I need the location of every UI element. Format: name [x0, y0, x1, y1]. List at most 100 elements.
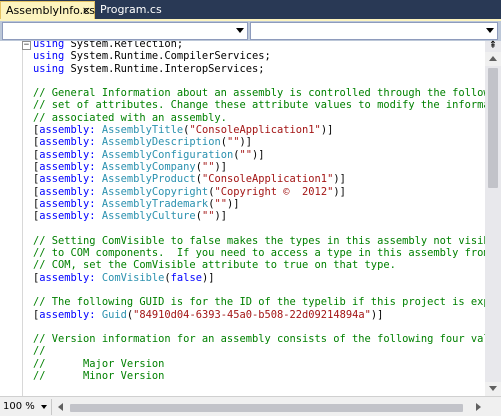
scroll-down-button[interactable] — [485, 382, 501, 396]
code-token: // Setting ComVisible to false makes the… — [33, 234, 485, 247]
document-tab-strip: AssemblyInfo.cs × Program.cs — [0, 0, 501, 19]
code-line[interactable]: // COM, set the ComVisible attribute to … — [33, 259, 485, 271]
code-token: "ConsoleApplication1" — [201, 173, 334, 186]
code-line[interactable]: [assembly: AssemblyCopyright("Copyright … — [33, 186, 485, 198]
editor-gutter — [0, 41, 22, 396]
code-line[interactable]: using System.Reflection; — [33, 41, 485, 50]
code-token: Guid — [101, 308, 127, 321]
code-token: )] — [201, 271, 215, 284]
code-token: )] — [370, 308, 384, 321]
code-line[interactable]: using System.Runtime.CompilerServices; — [33, 50, 485, 62]
code-token: assembly: — [39, 173, 96, 186]
arrow-down-icon — [489, 386, 497, 391]
code-line[interactable]: // Major Version — [33, 358, 485, 370]
code-line[interactable]: // set of attributes. Change these attri… — [33, 99, 485, 111]
scroll-right-button[interactable] — [471, 400, 485, 414]
code-token: assembly: — [39, 210, 96, 223]
members-dropdown[interactable] — [250, 22, 498, 40]
code-token: )] — [214, 210, 227, 223]
code-token: // Version information for an assembly c… — [33, 333, 485, 346]
code-token: false — [170, 271, 202, 284]
close-tab-icon[interactable]: × — [82, 2, 91, 19]
code-line[interactable]: // associated with an assembly. — [33, 112, 485, 124]
chevron-down-icon[interactable] — [236, 28, 244, 33]
code-token: // Major Version — [33, 357, 165, 370]
tab-label: Program.cs — [100, 3, 162, 16]
horizontal-scrollbar[interactable] — [54, 398, 485, 415]
scroll-up-button[interactable] — [485, 52, 501, 66]
code-token: )] — [333, 185, 346, 198]
code-line[interactable]: // Version information for an assembly c… — [33, 333, 485, 345]
chevron-down-icon[interactable] — [41, 405, 47, 409]
code-token: using — [33, 41, 65, 50]
code-line[interactable]: // Setting ComVisible to false makes the… — [33, 235, 485, 247]
code-line[interactable] — [33, 284, 485, 296]
collapse-icon[interactable]: − — [22, 41, 31, 50]
code-token: assembly: — [39, 136, 96, 149]
code-line[interactable]: [assembly: AssemblyProduct("ConsoleAppli… — [33, 173, 485, 185]
scroll-left-button[interactable] — [54, 400, 68, 414]
code-line[interactable]: // General Information about an assembly… — [33, 87, 485, 99]
code-token: assembly: — [39, 185, 96, 198]
code-line[interactable]: [assembly: AssemblyTitle("ConsoleApplica… — [33, 124, 485, 136]
code-token: )] — [226, 197, 240, 210]
code-token: )] — [333, 173, 346, 186]
code-line[interactable]: [assembly: AssemblyDescription("")] — [33, 136, 485, 148]
code-line[interactable] — [33, 222, 485, 234]
code-line[interactable]: [assembly: AssemblyConfiguration("")] — [33, 149, 485, 161]
code-line[interactable]: // The following GUID is for the ID of t… — [33, 296, 485, 308]
code-token: AssemblyCopyright — [101, 185, 209, 198]
code-token: using — [33, 62, 65, 75]
code-token: )] — [252, 148, 265, 161]
arrow-left-icon — [58, 403, 63, 411]
code-line[interactable]: // Minor Version — [33, 370, 485, 382]
code-token: "84910d04-6393-45a0-b508-22d09214894a" — [133, 308, 371, 321]
tab-assemblyinfo[interactable]: AssemblyInfo.cs × — [0, 1, 95, 19]
editor-window: AssemblyInfo.cs × Program.cs − using Sys… — [0, 0, 501, 416]
outlining-margin — [22, 41, 23, 396]
code-token: // set of attributes. Change these attri… — [33, 99, 485, 112]
code-editor[interactable]: − using System.Reflection; using System.R… — [0, 41, 485, 396]
code-token: assembly: — [39, 160, 96, 173]
code-line[interactable]: // — [33, 345, 485, 357]
code-token: System.Reflection; — [64, 41, 184, 50]
code-token: AssemblyTrademark — [101, 197, 209, 210]
zoom-dropdown[interactable]: 100 % — [0, 399, 52, 415]
code-token: AssemblyCompany — [101, 160, 196, 173]
arrow-up-icon — [489, 56, 497, 61]
code-token: AssemblyProduct — [101, 173, 196, 186]
vertical-scroll-thumb[interactable] — [488, 68, 498, 188]
code-line[interactable] — [33, 75, 485, 87]
code-text[interactable]: using System.Reflection; using System.Run… — [33, 41, 485, 382]
code-token: AssemblyConfiguration — [101, 148, 234, 161]
code-line[interactable]: [assembly: AssemblyCompany("")] — [33, 161, 485, 173]
vertical-scrollbar[interactable]: ⇞ — [485, 41, 501, 396]
code-token: "" — [201, 210, 215, 223]
code-line[interactable]: [assembly: Guid("84910d04-6393-45a0-b508… — [33, 309, 485, 321]
code-token: using — [33, 50, 65, 63]
code-line[interactable] — [33, 321, 485, 333]
horizontal-scroll-thumb[interactable] — [70, 404, 463, 412]
code-token: "Copyright © 2012" — [214, 185, 334, 198]
code-token: ComVisible — [101, 271, 165, 284]
editor-bottom-bar: 100 % — [0, 396, 501, 416]
code-token: AssemblyCulture — [101, 210, 196, 223]
code-line[interactable]: using System.Runtime.InteropServices; — [33, 63, 485, 75]
types-dropdown[interactable] — [2, 22, 248, 40]
code-token: assembly: — [39, 124, 96, 137]
code-line[interactable]: [assembly: ComVisible(false)] — [33, 272, 485, 284]
code-token: // The following GUID is for the ID of t… — [33, 296, 485, 309]
code-token: )] — [239, 136, 252, 149]
code-token: )] — [320, 124, 334, 137]
code-token: )] — [214, 160, 227, 173]
code-line[interactable]: [assembly: AssemblyCulture("")] — [33, 210, 485, 222]
code-token: AssemblyDescription — [101, 136, 221, 149]
chevron-down-icon[interactable] — [486, 28, 494, 33]
code-token: assembly: — [39, 308, 96, 321]
code-token: assembly: — [39, 271, 96, 284]
tab-program[interactable]: Program.cs — [95, 1, 162, 19]
code-token: AssemblyTitle — [101, 124, 184, 137]
code-line[interactable]: // to COM components. If you need to acc… — [33, 247, 485, 259]
code-line[interactable]: [assembly: AssemblyTrademark("")] — [33, 198, 485, 210]
splitter-icon[interactable]: ⇞ — [485, 41, 501, 51]
